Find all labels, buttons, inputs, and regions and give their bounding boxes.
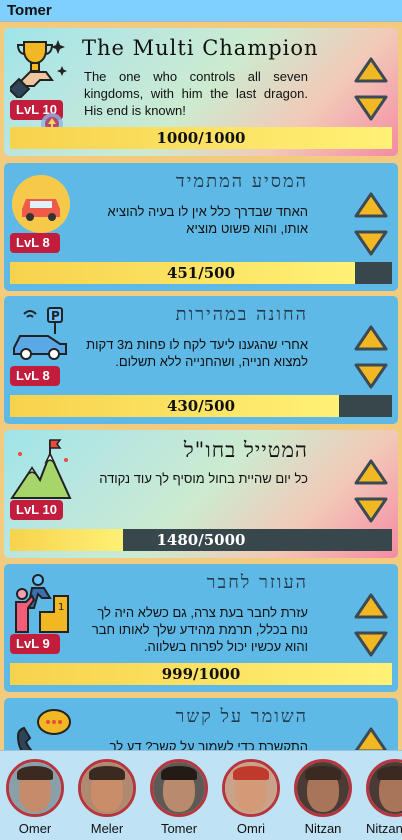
friend-name: Omer (18, 821, 52, 836)
achievement-description: התקשרת כדי לשמור על קשר? דע לך (109, 739, 308, 750)
upvote-arrow-icon[interactable] (353, 458, 389, 486)
trophy-hand-icon (10, 40, 67, 98)
progress-text: 999/1000 (161, 665, 241, 683)
achievement-description: עזרת לחבר בעת צרה, גם כשלא היה לך נוח בכ… (91, 605, 308, 654)
progress-text: 430/500 (166, 397, 236, 415)
progress-bar: 451/500 (10, 262, 392, 284)
achievement-description: כל יום שהיית בחול מוסיף לך עוד נקודה (99, 471, 308, 486)
friend-name: Meler (90, 821, 124, 836)
upvote-arrow-icon[interactable] (353, 191, 389, 219)
upvote-arrow-icon[interactable] (353, 56, 389, 84)
progress-text: 451/500 (166, 264, 236, 282)
friend-item[interactable]: Omri (222, 759, 280, 839)
achievement-description: האחד שבדרך כלל אין לו בעיה להוציא אותו, … (107, 204, 308, 236)
achievement-description: אחרי שהגענו ליעד לקח לו פחות מ3 דקות למצ… (86, 337, 308, 369)
svg-text:P: P (51, 309, 60, 323)
achievement-title: המטייל בחו"ל (183, 438, 308, 462)
friend-name: Nitzan (304, 821, 342, 836)
mountain-flag-icon (10, 439, 72, 499)
upvote-arrow-icon[interactable] (353, 726, 389, 750)
progress-bar: 430/500 (10, 395, 392, 417)
progress-bar: 1000/1000 (10, 127, 392, 149)
climbing-help-icon: 1 (15, 574, 69, 633)
achievement-card: LvL 10 המטייל בחו"ל כל יום שהיית בחול מו… (4, 430, 398, 558)
downvote-arrow-icon[interactable] (353, 94, 389, 122)
avatar[interactable] (78, 759, 136, 817)
achievement-card: LvL 10 The Multi Champion The one who co… (4, 28, 398, 156)
progress-text: 1000/1000 (156, 129, 246, 147)
level-number: 8 (42, 235, 50, 250)
page-title: Tomer (7, 2, 52, 19)
level-badge: LvL 8 (10, 366, 60, 386)
achievement-card: 1 LvL 9 העוזר לחבר עזרת לחבר בעת צרה, גם… (4, 564, 398, 692)
achievement-list[interactable]: LvL 10 The Multi Champion The one who co… (0, 22, 402, 750)
achievement-card: LvL 8 המסיע המתמיד האחד שבדרך כלל אין לו… (4, 163, 398, 291)
level-badge: LvL 8 (10, 233, 60, 253)
achievement-card: P LvL 8 החונה במהירות אחרי שהגענו ליעד ל… (4, 296, 398, 424)
friend-name: Tomer (160, 821, 198, 836)
friend-item[interactable]: Omer (6, 759, 64, 839)
progress-bar: 999/1000 (10, 663, 392, 685)
achievement-title: השומר על קשר (175, 706, 308, 727)
friend-item[interactable]: Tomer (150, 759, 208, 839)
achievement-description: The one who controls all seven kingdoms,… (84, 69, 308, 118)
achievement-title: The Multi Champion (82, 36, 319, 60)
upvote-arrow-icon[interactable] (353, 324, 389, 352)
level-number: 10 (42, 502, 57, 517)
parking-car-icon: P (13, 307, 67, 360)
svg-text:1: 1 (58, 602, 64, 613)
achievement-title: העוזר לחבר (206, 572, 308, 593)
phone-chat-icon (16, 709, 71, 750)
achievement-card: השומר על קשר התקשרת כדי לשמור על קשר? דע… (4, 698, 398, 750)
car-icon (12, 175, 70, 233)
downvote-arrow-icon[interactable] (353, 229, 389, 257)
header-bar: Tomer (0, 0, 402, 22)
friend-name: Omri (236, 821, 266, 836)
friend-item[interactable]: Nitzan (366, 759, 402, 839)
progress-bar: 1480/5000 (10, 529, 392, 551)
friend-item[interactable]: Meler (78, 759, 136, 839)
level-badge: LvL 9 (10, 634, 60, 654)
avatar[interactable] (222, 759, 280, 817)
avatar[interactable] (294, 759, 352, 817)
level-number: 8 (42, 368, 50, 383)
achievement-title: החונה במהירות (175, 304, 308, 325)
upvote-arrow-icon[interactable] (353, 592, 389, 620)
avatar[interactable] (6, 759, 64, 817)
downvote-arrow-icon[interactable] (353, 362, 389, 390)
friend-name: Nitzan (366, 821, 402, 836)
level-prefix: LvL (16, 102, 39, 117)
friend-item[interactable]: Nitzan (294, 759, 352, 839)
downvote-arrow-icon[interactable] (353, 496, 389, 524)
friends-bar[interactable]: Omer Meler Tomer Omri Nitzan Nitzan (0, 750, 402, 840)
progress-text: 1480/5000 (156, 531, 246, 549)
level-badge: LvL 10 (10, 500, 63, 520)
level-number: 9 (42, 636, 50, 651)
avatar[interactable] (150, 759, 208, 817)
downvote-arrow-icon[interactable] (353, 630, 389, 658)
level-prefix: LvL (16, 235, 39, 250)
level-prefix: LvL (16, 502, 39, 517)
level-prefix: LvL (16, 636, 39, 651)
avatar[interactable] (366, 759, 402, 817)
achievement-title: המסיע המתמיד (176, 171, 308, 192)
level-prefix: LvL (16, 368, 39, 383)
